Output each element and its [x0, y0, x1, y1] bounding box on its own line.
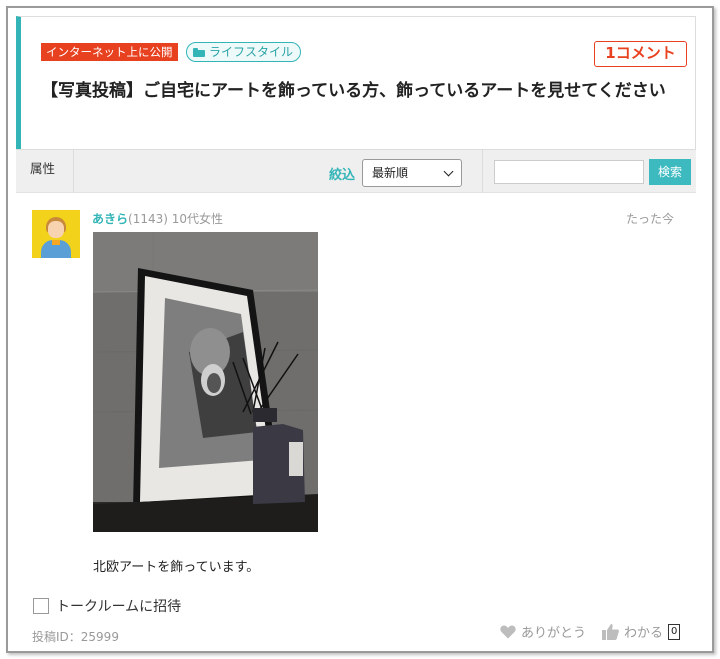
folder-icon: [193, 47, 205, 57]
sort-select[interactable]: 最新順: [362, 159, 462, 187]
post-body: 北欧アートを飾っています。: [93, 560, 260, 575]
chevron-down-icon: [443, 166, 454, 177]
heart-icon: [500, 625, 516, 638]
invite-talkroom[interactable]: トークルームに招待: [33, 596, 181, 616]
category-label: ライフスタイル: [209, 44, 294, 59]
user-attribute: 10代女性: [171, 212, 224, 226]
thread-title: 【写真投稿】ご自宅にアートを飾っている方、飾っているアートを見せてください: [41, 81, 666, 101]
avatar[interactable]: [32, 210, 80, 258]
thanks-button[interactable]: ありがとう: [500, 622, 586, 641]
user-name[interactable]: あきら: [92, 212, 128, 226]
filter-bar: 属性 絞込 最新順 検索: [16, 149, 696, 193]
invite-label: トークルームに招待: [56, 599, 182, 615]
post-photo[interactable]: [93, 232, 318, 532]
understand-label: わかる: [624, 626, 664, 641]
visibility-badge: インターネット上に公開: [41, 43, 178, 61]
post-time: たった今: [625, 212, 674, 226]
sort-label: 絞込: [329, 168, 356, 183]
user-post-count: (1143): [128, 212, 168, 226]
comment-count-badge[interactable]: 1コメント: [594, 41, 687, 67]
understand-button[interactable]: わかる 0: [602, 622, 681, 641]
sort-select-value: 最新順: [372, 166, 409, 180]
post-card: インターネット上に公開 ライフスタイル 1コメント 【写真投稿】ご自宅にアートを…: [6, 6, 714, 653]
divider: [482, 150, 483, 193]
category-tag[interactable]: ライフスタイル: [186, 42, 302, 62]
post-id: 投稿ID：25999: [32, 630, 119, 644]
attribute-filter[interactable]: 属性: [16, 150, 74, 193]
thumbs-up-icon: [602, 623, 619, 640]
search-input[interactable]: [494, 160, 644, 184]
thanks-label: ありがとう: [521, 626, 587, 641]
thread-header: インターネット上に公開 ライフスタイル 1コメント 【写真投稿】ご自宅にアートを…: [16, 16, 696, 149]
search-button[interactable]: 検索: [649, 159, 691, 185]
invite-checkbox[interactable]: [33, 598, 49, 614]
user-meta: あきら(1143) 10代女性: [92, 210, 223, 227]
understand-count: 0: [668, 623, 681, 640]
